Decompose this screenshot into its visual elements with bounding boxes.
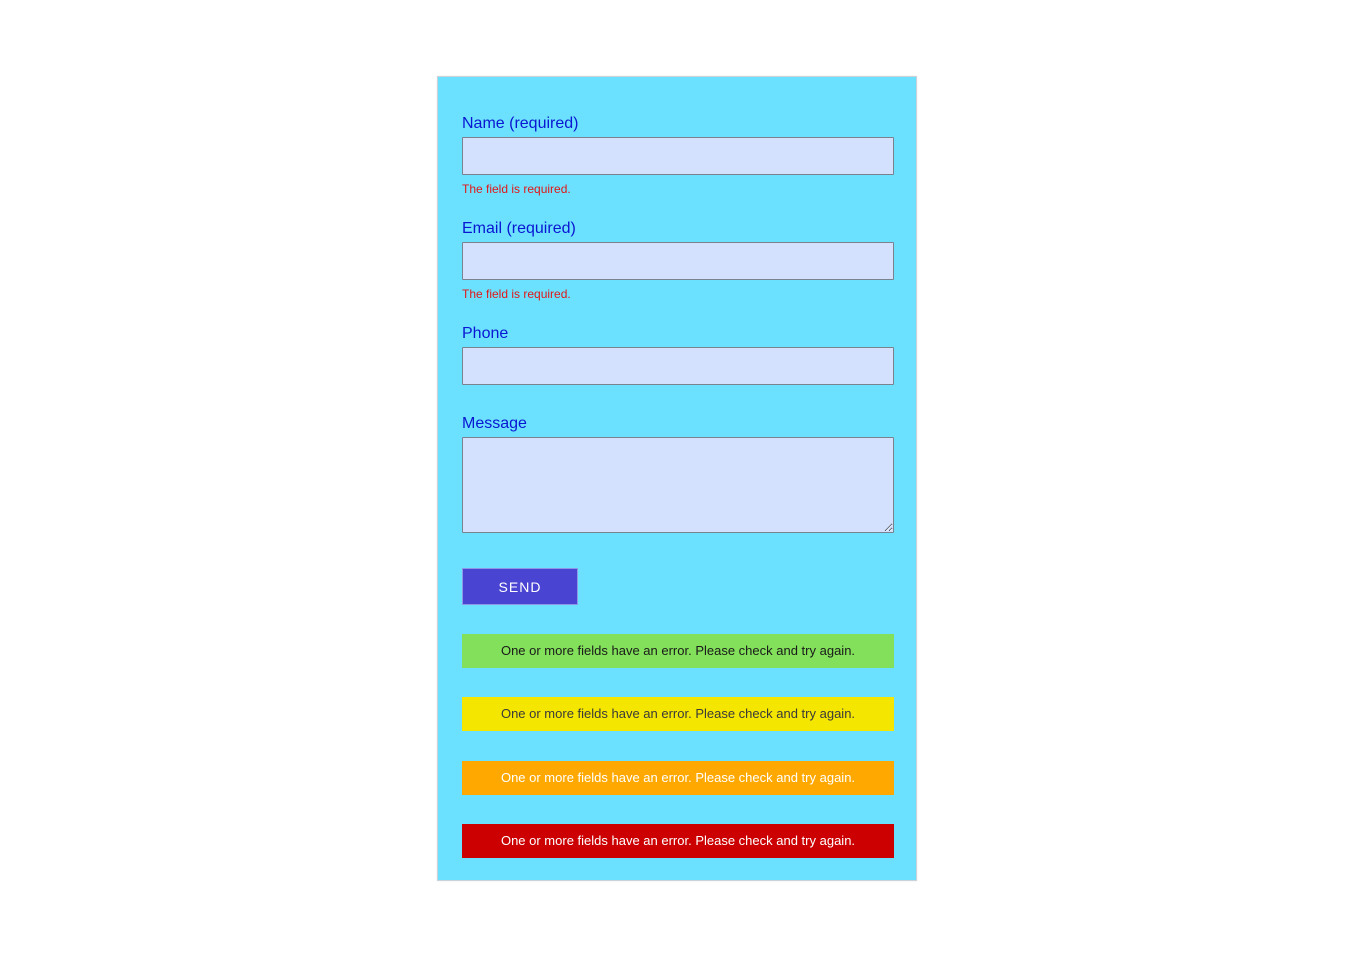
name-input[interactable]: [462, 137, 894, 175]
response-message-warning: One or more fields have an error. Please…: [462, 697, 894, 731]
name-label: Name (required): [462, 115, 579, 132]
email-input[interactable]: [462, 242, 894, 280]
response-message-error: One or more fields have an error. Please…: [462, 824, 894, 858]
response-message-success: One or more fields have an error. Please…: [462, 634, 894, 668]
send-button[interactable]: SEND: [462, 568, 578, 605]
phone-input[interactable]: [462, 347, 894, 385]
response-message-caution: One or more fields have an error. Please…: [462, 761, 894, 795]
message-textarea[interactable]: [462, 437, 894, 533]
email-error: The field is required.: [462, 287, 571, 301]
contact-form: Name (required) The field is required. E…: [437, 76, 917, 881]
name-error: The field is required.: [462, 182, 571, 196]
message-label: Message: [462, 415, 527, 432]
email-label: Email (required): [462, 220, 576, 237]
phone-label: Phone: [462, 325, 509, 342]
